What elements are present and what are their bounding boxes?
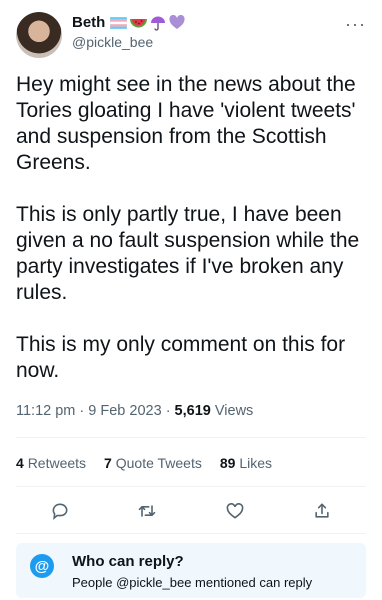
who-can-reply-box: @ Who can reply? People @pickle_bee ment… (16, 543, 366, 598)
author-name[interactable]: Beth (72, 14, 105, 31)
quotes-count: 7 (104, 455, 112, 471)
retweet-button[interactable] (132, 496, 162, 526)
watermelon-icon (130, 18, 148, 27)
umbrella-icon (151, 16, 166, 31)
reply-button[interactable] (45, 496, 75, 526)
likes-label: Likes (239, 455, 273, 471)
share-button[interactable] (307, 496, 337, 526)
retweets-stat[interactable]: 4 Retweets (16, 455, 86, 471)
retweets-label: Retweets (27, 455, 87, 471)
tweet-actions (16, 496, 366, 526)
tweet-date[interactable]: 9 Feb 2023 (88, 403, 161, 419)
who-can-reply-title: Who can reply? (72, 553, 184, 570)
divider (16, 437, 366, 438)
like-button[interactable] (220, 496, 250, 526)
views-count: 5,619 (174, 403, 211, 419)
trans-flag-icon (110, 16, 128, 29)
views-label: Views (214, 403, 254, 419)
divider (16, 533, 366, 534)
more-options-button[interactable]: ··· (345, 14, 366, 35)
tweet-time[interactable]: 11:12 pm (16, 403, 75, 419)
likes-stat[interactable]: 89 Likes (220, 455, 272, 471)
likes-count: 89 (219, 455, 236, 471)
tweet-text: Hey might see in the news about the Tori… (16, 73, 360, 382)
retweet-icon (138, 505, 156, 517)
author-handle[interactable]: @pickle_bee (72, 34, 153, 50)
quote-tweets-stat[interactable]: 7 Quote Tweets (104, 455, 202, 471)
retweets-count: 4 (16, 455, 24, 471)
who-can-reply-subtitle: People @pickle_bee mentioned can reply (72, 575, 313, 590)
like-icon (226, 503, 244, 519)
at-sign-icon: @ (30, 554, 54, 578)
reply-icon (52, 503, 68, 520)
author-name-row: Beth (72, 14, 185, 31)
meta-separator: · (165, 403, 175, 419)
divider (16, 486, 366, 487)
engagement-stats: 4 Retweets 7 Quote Tweets 89 Likes (16, 455, 272, 471)
purple-heart-icon (169, 15, 185, 29)
quotes-label: Quote Tweets (115, 455, 202, 471)
tweet-meta: 11:12 pm · 9 Feb 2023 · 5,619 Views (16, 403, 253, 419)
author-avatar[interactable] (16, 12, 62, 58)
meta-separator: · (79, 403, 89, 419)
author-emojis (110, 15, 185, 31)
share-icon (315, 503, 329, 518)
